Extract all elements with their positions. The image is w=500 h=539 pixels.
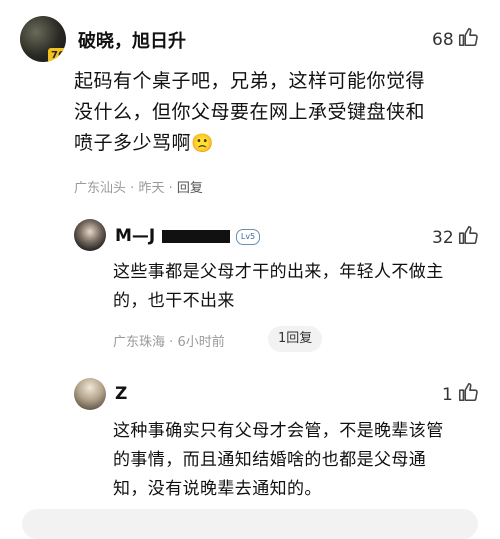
reply-count-button[interactable]: 1回复 [268,326,323,352]
reply-avatar[interactable] [74,378,106,410]
comment-location: 广东汕头 [74,181,127,196]
thumb-up-icon[interactable] [457,224,479,246]
meta-separator: · [130,181,135,196]
reply-like-count: 1 [442,385,453,405]
thumb-up-icon[interactable] [457,381,479,403]
reply-avatar[interactable] [74,219,106,251]
comment-text-line: 没什么，但你父母要在网上承受键盘侠和 [74,101,426,123]
comment-text-line: 喷子多少骂啊🙁 [74,128,214,159]
level-badge: Lv5 [236,229,260,245]
avatar[interactable]: 76 [20,16,66,62]
comment-time: 昨天 [138,181,165,196]
comment-author-name[interactable]: 破晓，旭日升 [78,27,186,53]
redaction-bar [162,230,230,243]
comment-meta: 广东汕头 · 昨天 · 回复 [74,177,203,196]
comment-text-line: 起码有个桌子吧，兄弟，这样可能你觉得 [74,70,426,92]
sad-face-emoji-icon: 🙁 [191,133,214,154]
reply-author-name[interactable]: Z [115,384,127,404]
reply-text-line: 知，没有说晚辈去通知的。 [113,479,322,499]
thumb-up-icon[interactable] [457,26,479,48]
reply-text-line: 这种事确实只有父母才会管，不是晚辈该管 [113,421,444,441]
meta-separator: · [168,181,173,196]
reply-like-count: 32 [432,228,454,248]
comment-text-last: 喷子多少骂啊 [74,132,192,154]
reply-button[interactable]: 回复 [177,181,203,196]
avatar-badge: 76 [48,48,66,62]
reply-author-name[interactable]: M—J [115,226,155,246]
reply-text-line: 的，也干不出来 [113,291,235,311]
reply-text-line: 这些事都是父母才干的出来，年轻人不做主 [113,262,444,282]
reply-time: 6小时前 [177,335,225,350]
comment-input-bar[interactable] [22,509,478,539]
meta-separator: · [169,335,174,350]
reply-text-line: 的事情，而且通知结婚啥的也都是父母通 [113,450,427,470]
reply-meta: 广东珠海 · 6小时前 [113,331,225,350]
reply-location: 广东珠海 [113,335,166,350]
comment-like-count: 68 [432,30,454,50]
